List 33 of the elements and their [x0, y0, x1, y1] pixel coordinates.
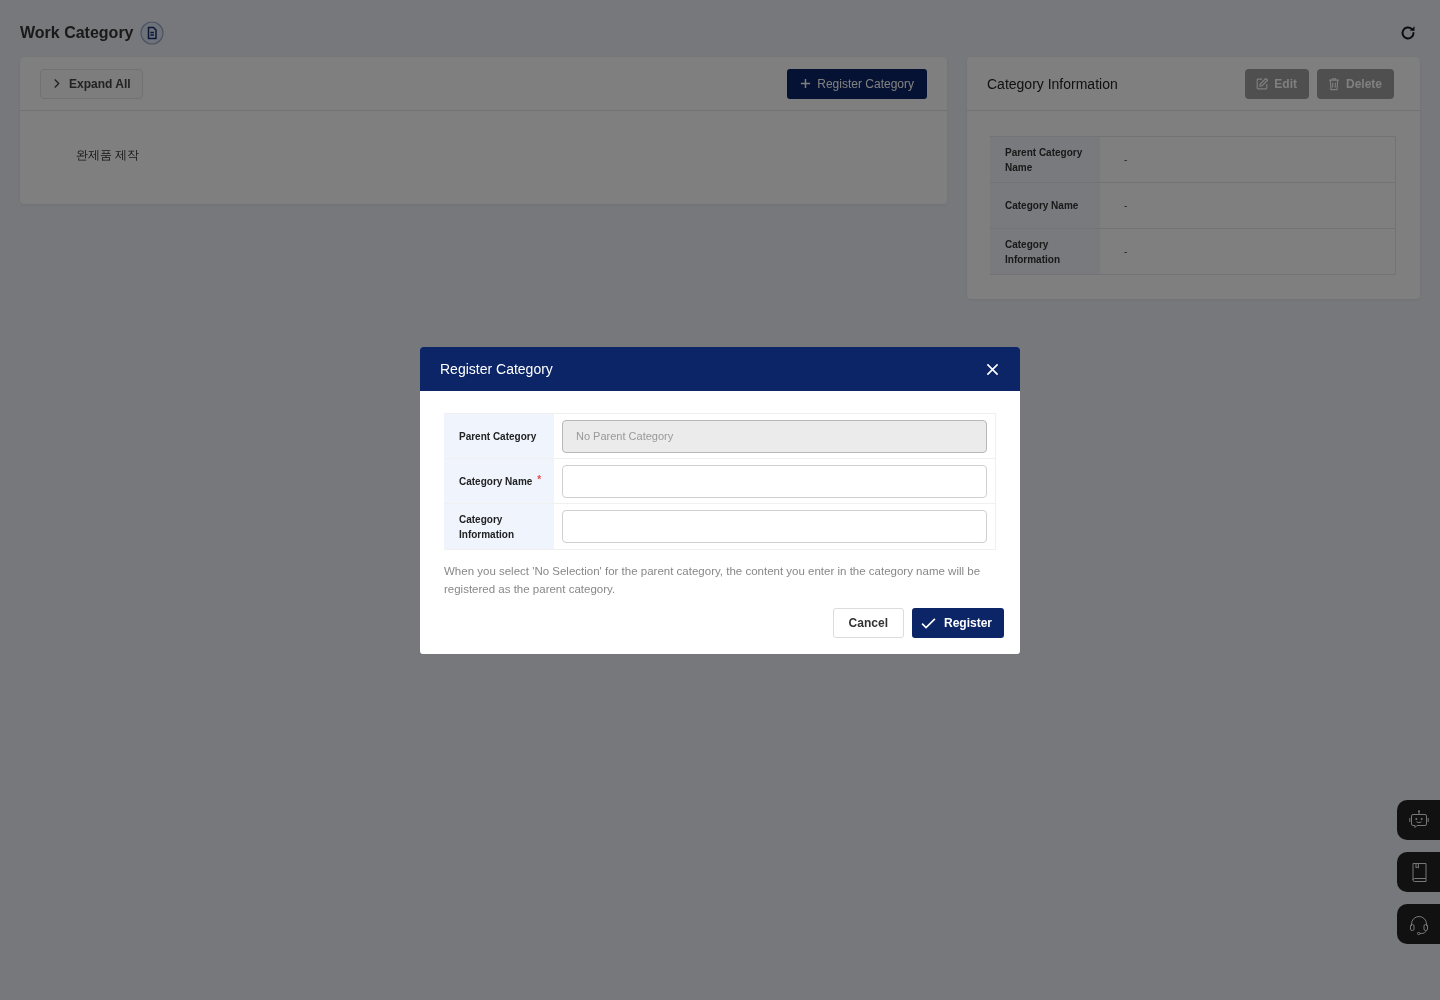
- input-field[interactable]: [562, 510, 987, 543]
- plus-icon: [800, 78, 812, 89]
- chatbot-button[interactable]: [1397, 800, 1440, 840]
- tree-item[interactable]: 완제품 제작: [76, 148, 140, 162]
- chevron-right-icon: [53, 78, 60, 89]
- headset-icon: [1407, 913, 1430, 935]
- document-icon[interactable]: [139, 21, 164, 45]
- cancel-button[interactable]: Cancel: [832, 608, 904, 638]
- help-note: When you select 'No Selection' for the parent category, the content you enter in the category name will be registered as the parent category.: [444, 564, 982, 597]
- field-label: Category Name: [459, 474, 533, 489]
- support-button[interactable]: [1397, 904, 1440, 944]
- dialog-title: Register Category: [440, 361, 553, 377]
- row-value: -: [1124, 246, 1128, 257]
- trash-icon: [1326, 76, 1341, 91]
- row-label: Parent Category Name: [1005, 145, 1084, 175]
- required-mark: *: [537, 474, 542, 485]
- row-value: -: [1124, 154, 1128, 165]
- guide-book-button[interactable]: [1397, 852, 1440, 892]
- pencil-square-icon: [1255, 76, 1270, 91]
- register-button[interactable]: Register: [911, 608, 1004, 638]
- row-label: Category Name: [1005, 199, 1079, 213]
- row-label: Category Information: [1005, 237, 1061, 267]
- panel-title: Category Information: [987, 75, 1118, 92]
- expand-all-button[interactable]: Expand All: [40, 68, 143, 99]
- field-label: Category Information: [459, 512, 515, 542]
- robot-icon: [1407, 809, 1430, 831]
- check-icon: [920, 617, 936, 629]
- close-icon[interactable]: [986, 362, 999, 376]
- input-field[interactable]: [562, 464, 987, 498]
- field-label: Parent Category: [459, 429, 537, 444]
- page-title: Work Category: [20, 24, 134, 42]
- row-value: -: [1124, 200, 1128, 211]
- register-category-button[interactable]: Register Category: [787, 68, 927, 99]
